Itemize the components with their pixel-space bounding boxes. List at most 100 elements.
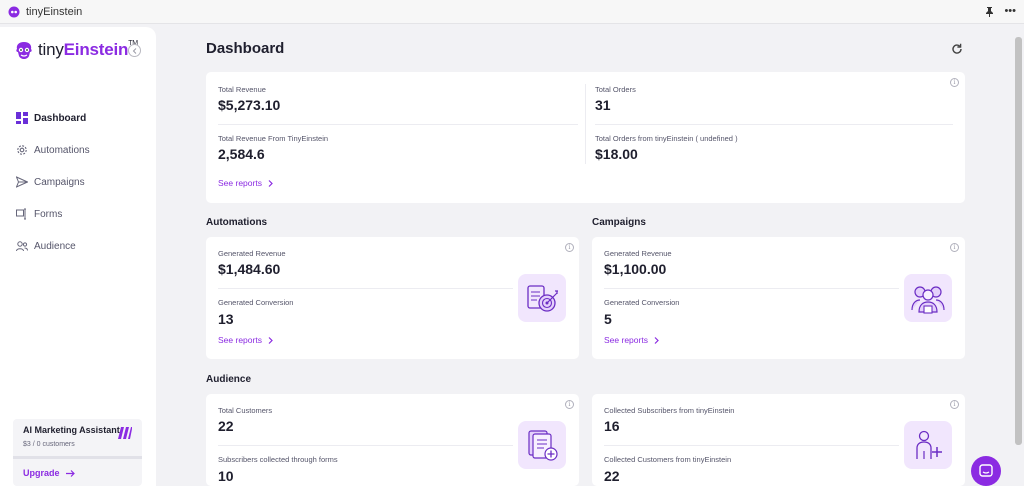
more-options-icon[interactable]: ••• [1004,6,1016,17]
divider [604,445,899,446]
info-icon[interactable]: i [565,243,574,252]
sidebar-item-campaigns[interactable]: Campaigns [15,166,90,198]
total-orders-label: Total Orders [595,85,636,94]
te-orders-value: $18.00 [595,146,638,162]
sidebar-item-label: Forms [34,208,63,220]
te-orders-label: Total Orders from tinyEinstein ( undefin… [595,134,738,143]
see-reports-label: See reports [604,335,648,345]
see-reports-label: See reports [218,335,262,345]
collapse-sidebar-button[interactable] [128,44,141,57]
campaigns-card: i Generated Revenue $1,100.00 Generated … [592,237,965,359]
upgrade-label: Upgrade [23,468,60,478]
assistant-usage: $3 / 0 customers [23,441,75,448]
audience-subscribers-card: i Collected Subscribers from tinyEinstei… [592,394,965,486]
see-reports-link[interactable]: See reports [218,178,273,188]
arrow-right-icon [65,469,75,477]
collected-customers-label: Collected Customers from tinyEinstein [604,455,732,464]
window-title: tinyEinstein [26,5,83,18]
campaigns-section-title: Campaigns [592,217,646,228]
chevron-right-icon [654,336,659,344]
generated-conversion-label: Generated Conversion [218,298,294,307]
chevron-left-icon [132,47,136,54]
collected-subscribers-value: 16 [604,418,620,434]
sidebar-item-automations[interactable]: Automations [15,134,90,166]
sidebar-nav: Dashboard Automations Campaigns Forms Au… [15,102,90,262]
app-logo-icon [8,6,20,17]
assistant-usage-bar [13,456,142,459]
audience-section-title: Audience [206,374,252,385]
subscribers-forms-label: Subscribers collected through forms [218,455,338,464]
divider [604,288,899,289]
refresh-icon[interactable] [951,43,963,55]
info-icon[interactable]: i [950,78,959,87]
automations-card: i Generated Revenue $1,484.60 Generated … [206,237,579,359]
te-revenue-value: 2,584.6 [218,146,265,162]
overview-card: i Total Revenue $5,273.10 Total Revenue … [206,72,965,203]
sidebar-item-audience[interactable]: Audience [15,230,90,262]
add-person-icon [916,430,942,459]
divider [595,124,953,125]
scrollbar-thumb[interactable] [1015,37,1022,445]
users-icon [15,240,28,253]
divider [218,124,578,125]
chevron-right-icon [268,336,273,344]
group-people-icon [911,286,945,314]
sidebar-item-label: Automations [34,144,90,156]
sidebar-item-label: Dashboard [34,112,87,124]
sidebar: tinyEinsteinTM Dashboard Automations Cam… [0,27,156,486]
total-revenue-value: $5,273.10 [218,97,281,113]
window-titlebar: tinyEinstein ••• [0,0,1024,24]
generated-revenue-value: $1,100.00 [604,261,667,277]
collected-customers-value: 22 [604,468,620,484]
send-icon [15,176,28,189]
total-orders-value: 31 [595,97,611,113]
sidebar-item-forms[interactable]: Forms [15,198,90,230]
campaigns-illustration [904,274,952,322]
info-icon[interactable]: i [565,400,574,409]
stripes-icon [118,427,132,439]
divider [218,445,513,446]
gear-icon [15,144,28,157]
automations-illustration [518,274,566,322]
see-reports-link[interactable]: See reports [604,335,659,345]
form-icon [15,208,28,221]
see-reports-label: See reports [218,178,262,188]
document-add-icon [528,430,558,461]
generated-conversion-label: Generated Conversion [604,298,680,307]
brand-logo[interactable]: tinyEinsteinTM [14,40,138,60]
upgrade-button[interactable]: Upgrade [23,468,75,478]
total-revenue-label: Total Revenue [218,85,266,94]
vertical-divider [585,84,586,164]
ai-assistant-card: AI Marketing Assistant $3 / 0 customers … [13,419,142,486]
sidebar-item-label: Campaigns [34,176,85,188]
collected-subscribers-label: Collected Subscribers from tinyEinstein [604,406,735,415]
brand-name: tinyEinsteinTM [38,40,138,59]
total-customers-value: 22 [218,418,234,434]
divider [218,288,513,289]
automations-section-title: Automations [206,217,268,228]
chat-icon [979,464,993,477]
te-revenue-label: Total Revenue From TinyEinstein [218,134,329,143]
page-title: Dashboard [206,40,285,57]
audience-forms-illustration [518,421,566,469]
audience-customers-card: i Total Customers 22 Subscribers collect… [206,394,579,486]
generated-revenue-label: Generated Revenue [604,249,672,258]
assistant-title: AI Marketing Assistant [23,425,120,435]
sidebar-item-dashboard[interactable]: Dashboard [15,102,90,134]
generated-revenue-value: $1,484.60 [218,261,281,277]
info-icon[interactable]: i [950,243,959,252]
pin-icon[interactable] [985,6,994,17]
see-reports-link[interactable]: See reports [218,335,273,345]
info-icon[interactable]: i [950,400,959,409]
chevron-right-icon [268,179,273,187]
generated-revenue-label: Generated Revenue [218,249,286,258]
target-clipboard-icon [527,285,558,312]
generated-conversion-value: 13 [218,311,234,327]
generated-conversion-value: 5 [604,311,612,327]
chat-support-button[interactable] [971,456,1001,486]
dashboard-icon [15,112,28,125]
sidebar-item-label: Audience [34,240,76,252]
audience-subscribers-illustration [904,421,952,469]
einstein-logo-icon [16,42,32,59]
subscribers-forms-value: 10 [218,468,234,484]
